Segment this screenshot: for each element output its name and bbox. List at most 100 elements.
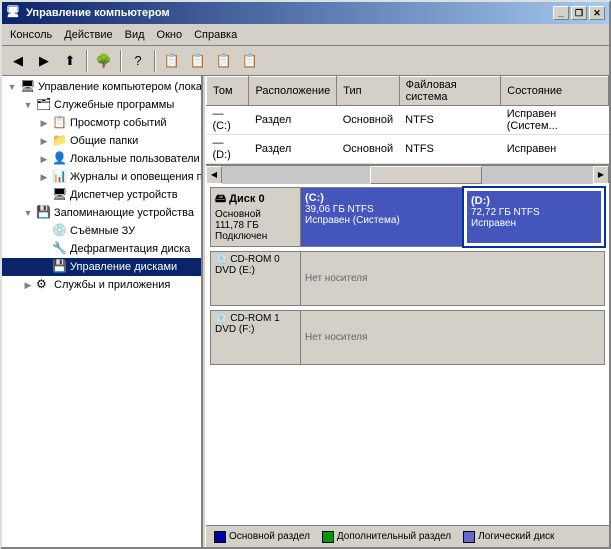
menu-window[interactable]: Окно [151,27,189,43]
icon-removable: 💿 [52,223,68,239]
label-events: Просмотр событий [70,117,167,129]
expand-root[interactable]: ▼ [4,79,20,95]
legend-logical-label: Логический диск [478,531,554,542]
cdrom0-type: DVD (E:) [215,265,296,276]
tree-item-storage[interactable]: ▼ 💾 Запоминающие устройства [2,204,201,222]
tree-item-defrag[interactable]: ▶ 🔧 Дефрагментация диска [2,240,201,258]
scroll-left-btn[interactable]: ◀ [206,166,222,184]
menu-help[interactable]: Справка [188,27,243,43]
icon-defrag: 🔧 [52,241,68,257]
disk0-size: 111,78 ГБ [215,220,296,231]
tree-item-devmgr[interactable]: ▶ 🖥 Диспетчер устройств [2,186,201,204]
scroll-track[interactable] [222,166,593,184]
partition-c-status: Исправен (Система) [305,215,459,226]
table-row[interactable]: — (D:) Раздел Основной NTFS Исправен [207,135,609,164]
toolbar-btn-7[interactable]: 📋 [238,49,262,73]
up-button[interactable]: ⬆ [58,49,82,73]
tree-item-folders[interactable]: ▶ 📁 Общие папки [2,132,201,150]
expand-users[interactable]: ▶ [36,151,52,167]
cdrom1-nomedia: Нет носителя [305,332,367,343]
expand-logs[interactable]: ▶ [36,169,52,185]
tree-item-users[interactable]: ▶ 👤 Локальные пользователи [2,150,201,168]
tree-item-diskmgmt[interactable]: ▶ 💾 Управление дисками [2,258,201,276]
menu-console[interactable]: Консоль [4,27,58,43]
icon-diskmgmt: 💾 [52,259,68,275]
minimize-button[interactable]: _ [553,6,569,20]
legend: Основной раздел Дополнительный раздел Ло… [206,525,609,547]
icon-logs: 📊 [52,169,68,185]
col-type[interactable]: Тип [337,77,399,106]
tree-item-root[interactable]: ▼ 🖥 Управление компьютером (локал... [2,78,201,96]
icon-svcapp: ⚙ [36,277,52,293]
icon-storage: 💾 [36,205,52,221]
help-button[interactable]: ? [126,49,150,73]
label-removable: Съёмные ЗУ [70,225,135,237]
scroll-right-btn[interactable]: ▶ [593,166,609,184]
expand-storage[interactable]: ▼ [20,205,36,221]
h-scrollbar: ◀ ▶ [206,165,609,183]
menu-view[interactable]: Вид [119,27,151,43]
main-window: 🖥 Управление компьютером _ ❐ ✕ Консоль Д… [0,0,611,549]
cdrom0-info: 💿 CD-ROM 0 DVD (E:) [210,251,300,306]
cdrom1-entry: 💿 CD-ROM 1 DVD (F:) Нет носителя [210,310,605,365]
icon-events: 📋 [52,115,68,131]
cell-location-2: Раздел [249,135,337,164]
col-fs[interactable]: Файловая система [399,77,501,106]
expand-services[interactable]: ▼ [20,97,36,113]
label-storage: Запоминающие устройства [54,207,194,219]
label-root: Управление компьютером (локал... [38,81,202,93]
partition-d[interactable]: (D:) 72,72 ГБ NTFS Исправен [464,188,604,246]
legend-extended-box [322,531,334,543]
tree-item-svcapp[interactable]: ▶ ⚙ Службы и приложения [2,276,201,294]
forward-button[interactable]: ▶ [32,49,56,73]
label-logs: Журналы и оповещения пр... [70,171,202,183]
tree-item-logs[interactable]: ▶ 📊 Журналы и оповещения пр... [2,168,201,186]
right-panel: Том Расположение Тип Файловая система Со… [206,76,609,547]
cdrom1-area: Нет носителя [300,310,605,365]
toolbar-btn-4[interactable]: 📋 [160,49,184,73]
cdrom1-type: DVD (F:) [215,324,296,335]
toolbar-btn-6[interactable]: 📋 [212,49,236,73]
icon-services: 🗂 [36,97,52,113]
cdrom1-info: 💿 CD-ROM 1 DVD (F:) [210,310,300,365]
cell-tom-2: — (D:) [207,135,249,164]
tree-item-events[interactable]: ▶ 📋 Просмотр событий [2,114,201,132]
partition-c[interactable]: (C:) 39,06 ГБ NTFS Исправен (Система) [301,188,464,246]
disk0-entry: 🖴 Диск 0 Основной 111,78 ГБ Подключен (C… [210,187,605,247]
back-button[interactable]: ◀ [6,49,30,73]
col-location[interactable]: Расположение [249,77,337,106]
expand-folders[interactable]: ▶ [36,133,52,149]
cdrom1-name: 💿 CD-ROM 1 [215,313,296,324]
label-users: Локальные пользователи [70,153,200,165]
toolbar-btn-5[interactable]: 📋 [186,49,210,73]
title-bar-buttons: _ ❐ ✕ [553,6,605,20]
restore-button[interactable]: ❐ [571,6,587,20]
icon-folders: 📁 [52,133,68,149]
cell-location-1: Раздел [249,106,337,135]
toolbar: ◀ ▶ ⬆ 🌳 ? 📋 📋 📋 📋 [2,46,609,76]
menu-action[interactable]: Действие [58,27,118,43]
expand-svcapp[interactable]: ▶ [20,277,36,293]
legend-logical-box [463,531,475,543]
legend-primary: Основной раздел [214,531,310,543]
col-status[interactable]: Состояние [501,77,609,106]
expand-events[interactable]: ▶ [36,115,52,131]
label-devmgr: Диспетчер устройств [70,189,178,201]
scroll-thumb[interactable] [370,166,481,184]
cell-status-2: Исправен [501,135,609,164]
legend-extended-label: Дополнительный раздел [337,531,451,542]
tree-item-services[interactable]: ▼ 🗂 Служебные программы [2,96,201,114]
table-row[interactable]: — (C:) Раздел Основной NTFS Исправен (Си… [207,106,609,135]
tree-item-removable[interactable]: ▶ 💿 Съёмные ЗУ [2,222,201,240]
toolbar-sep-2 [120,50,122,72]
icon-root: 🖥 [20,79,36,95]
show-hide-button[interactable]: 🌳 [92,49,116,73]
close-button[interactable]: ✕ [589,6,605,20]
menu-bar: Консоль Действие Вид Окно Справка [2,24,609,46]
label-svcapp: Службы и приложения [54,279,170,291]
col-tom[interactable]: Том [207,77,249,106]
legend-primary-box [214,531,226,543]
tree-panel: ▼ 🖥 Управление компьютером (локал... ▼ 🗂… [2,76,202,547]
cdrom0-entry: 💿 CD-ROM 0 DVD (E:) Нет носителя [210,251,605,306]
disk0-status: Подключен [215,231,296,242]
